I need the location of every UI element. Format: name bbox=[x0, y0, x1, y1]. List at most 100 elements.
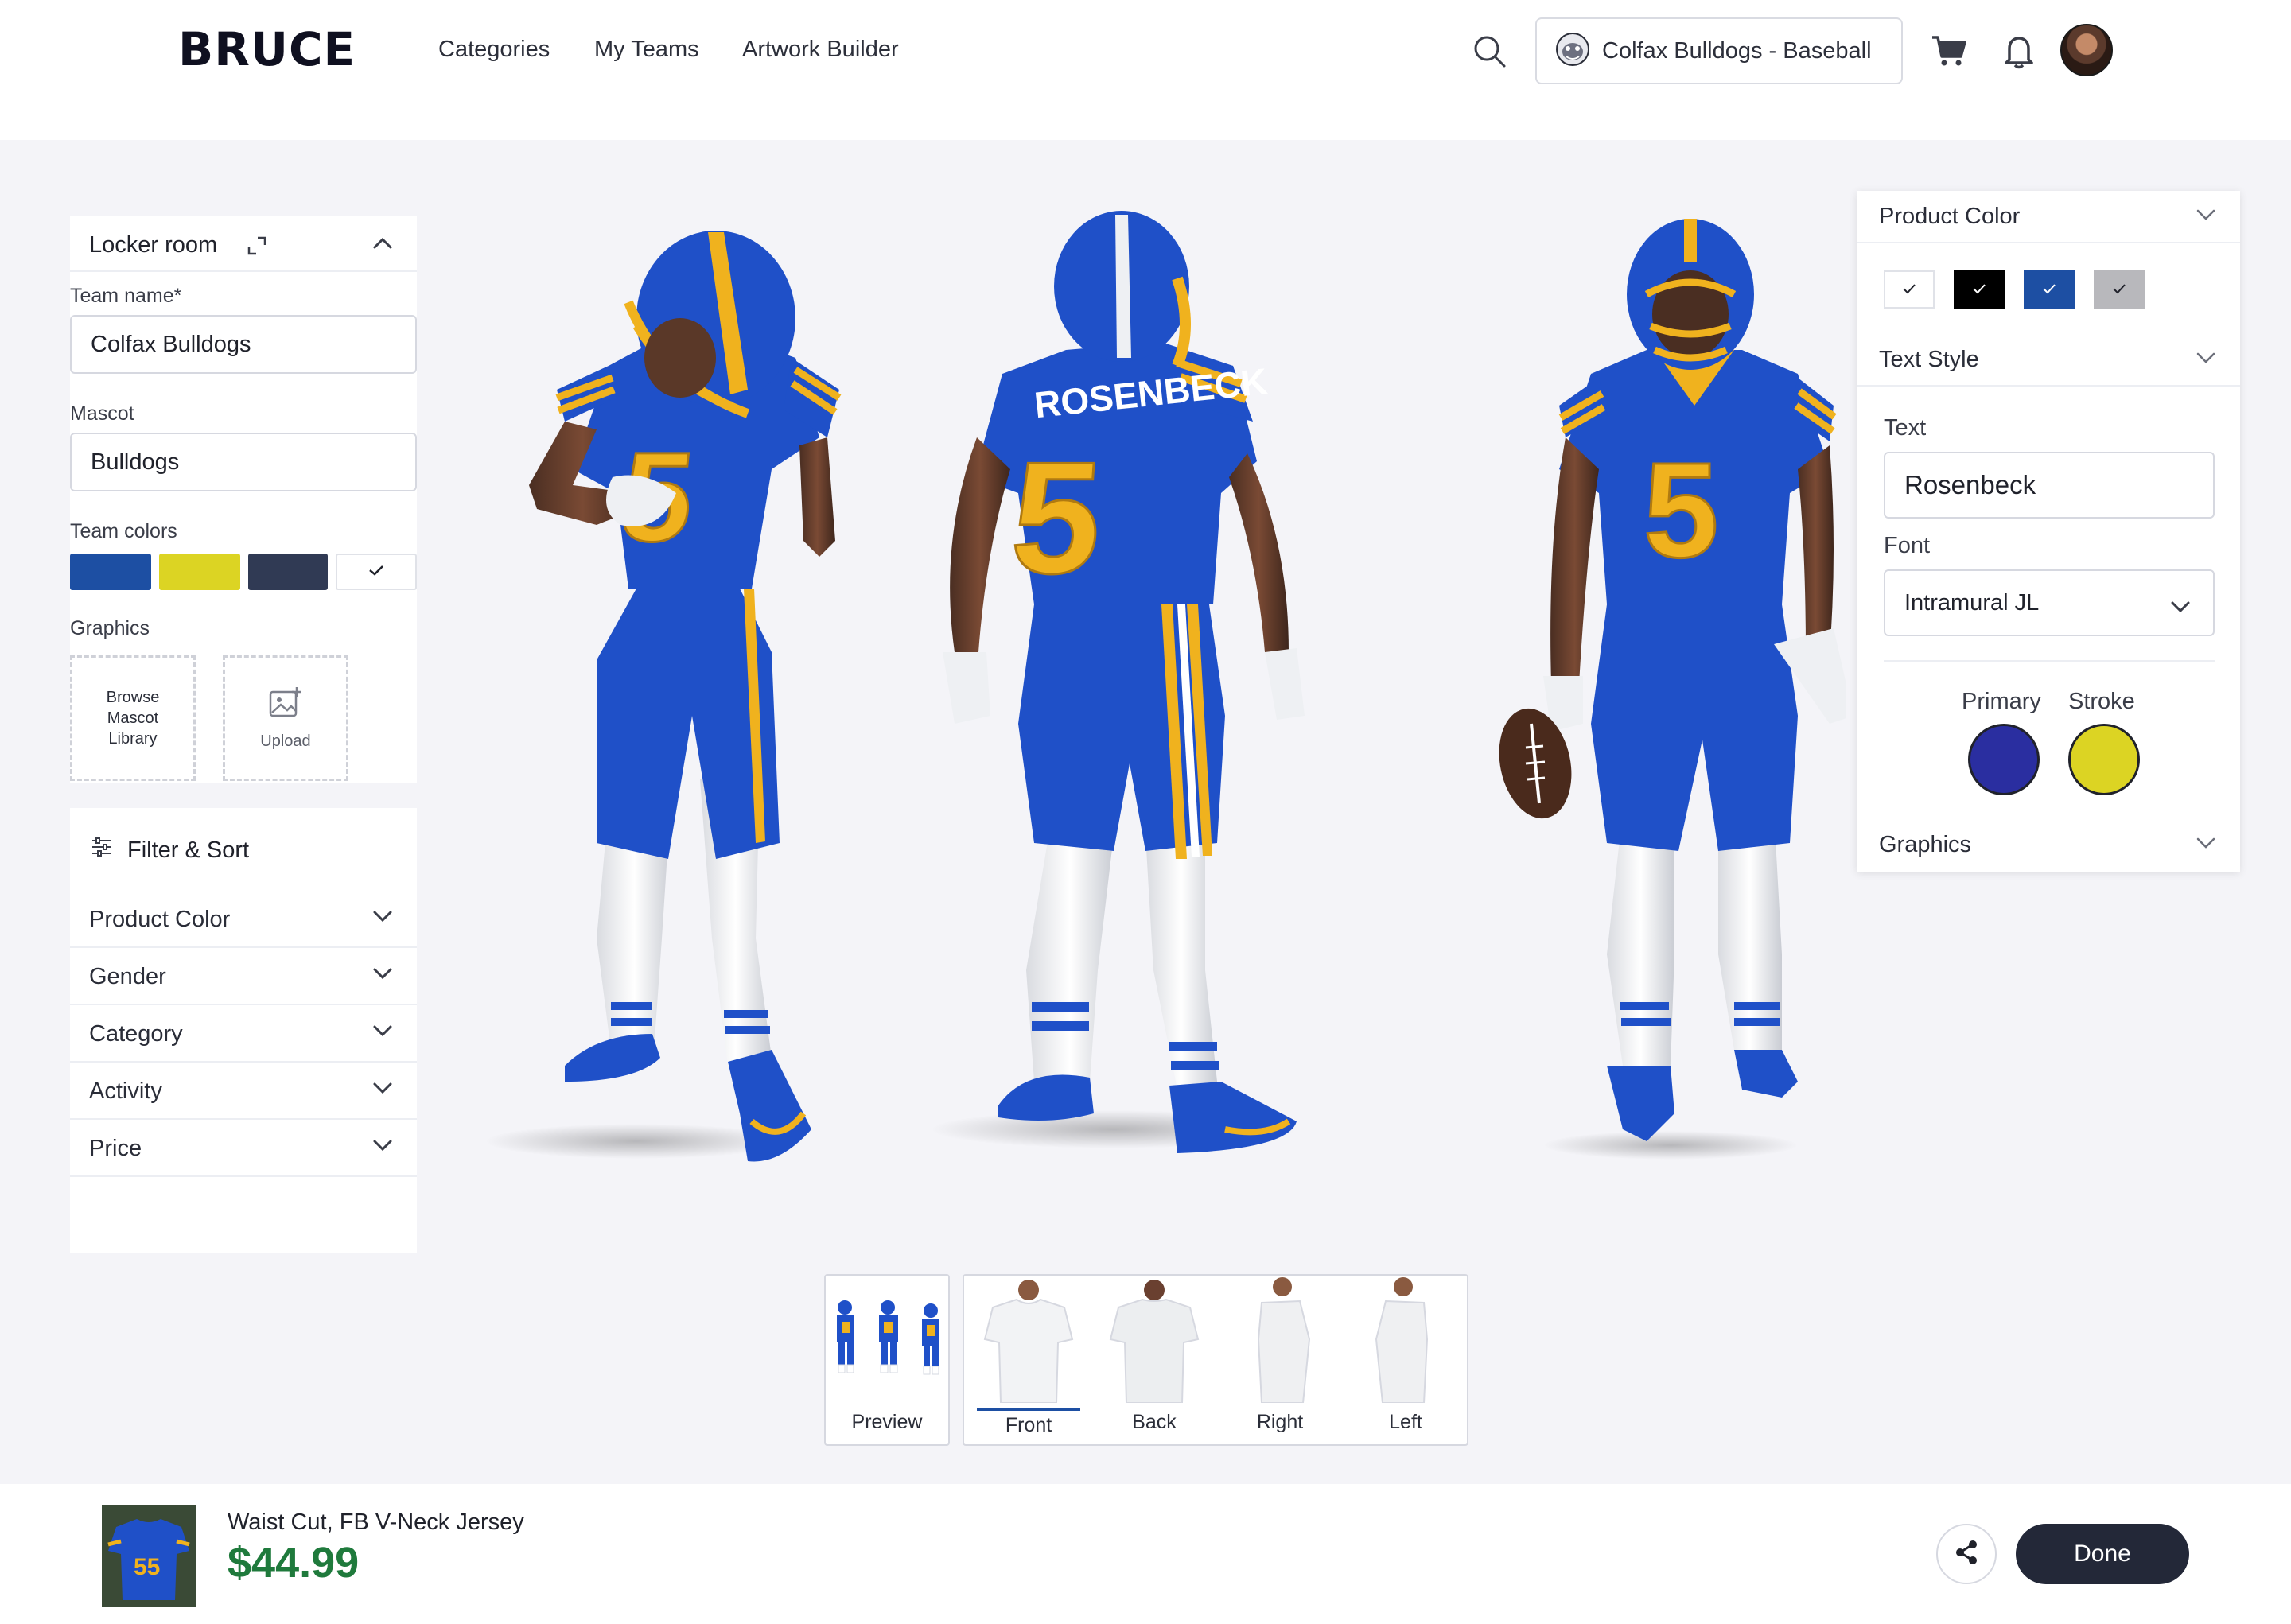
text-input-value: Rosenbeck bbox=[1904, 470, 2036, 499]
preview-label: Preview bbox=[851, 1411, 923, 1433]
preview-thumbnail-image bbox=[837, 1300, 939, 1375]
filter-activity[interactable]: Activity bbox=[70, 1063, 417, 1120]
view-label: Left bbox=[1389, 1411, 1422, 1433]
locker-room-header[interactable]: Locker room bbox=[70, 216, 417, 272]
bell-icon[interactable] bbox=[1998, 30, 2040, 72]
chevron-down-icon bbox=[372, 1080, 393, 1100]
filter-row-label: Gender bbox=[89, 964, 166, 989]
expand-icon[interactable] bbox=[247, 235, 267, 260]
nav-my-teams[interactable]: My Teams bbox=[594, 37, 699, 63]
team-colors-label: Team colors bbox=[70, 520, 177, 542]
view-selector: Front Back Right Left bbox=[963, 1274, 1468, 1446]
user-avatar[interactable] bbox=[2060, 24, 2113, 76]
mascot-input[interactable] bbox=[70, 433, 417, 491]
front-number-right: 5 bbox=[1643, 435, 1719, 586]
check-icon bbox=[368, 564, 384, 581]
team-name-label: Team name* bbox=[70, 285, 182, 307]
check-icon bbox=[2112, 281, 2126, 299]
chevron-down-icon bbox=[372, 1137, 393, 1157]
mascot-label: Mascot bbox=[70, 402, 134, 425]
view-label: Back bbox=[1132, 1411, 1177, 1433]
locker-room-title: Locker room bbox=[89, 232, 218, 258]
browse-label-line-2: Mascot bbox=[107, 709, 159, 727]
filter-gender[interactable]: Gender bbox=[70, 948, 417, 1005]
filter-category[interactable]: Category bbox=[70, 1005, 417, 1063]
product-name: Waist Cut, FB V-Neck Jersey bbox=[228, 1509, 524, 1535]
search-icon[interactable] bbox=[1470, 32, 1510, 72]
filter-sort-title: Filter & Sort bbox=[127, 837, 250, 863]
chevron-up-icon[interactable] bbox=[372, 235, 393, 255]
team-name-input[interactable] bbox=[70, 315, 417, 374]
view-left[interactable]: Left bbox=[1346, 1276, 1465, 1444]
font-label: Font bbox=[1884, 533, 1931, 558]
team-selector[interactable]: Colfax Bulldogs - Baseball bbox=[1535, 17, 1903, 84]
view-right[interactable]: Right bbox=[1220, 1276, 1340, 1444]
check-icon bbox=[1902, 281, 1916, 299]
customize-panel: Product Color Text Style Text Rosenbeck … bbox=[1857, 191, 2240, 872]
chevron-down-icon bbox=[372, 1023, 393, 1043]
product-color-white[interactable] bbox=[1884, 270, 1935, 309]
chevron-down-icon bbox=[2170, 595, 2191, 621]
chevron-down-icon bbox=[372, 908, 393, 928]
team-color-swatch-blue[interactable] bbox=[70, 554, 151, 590]
product-color-black[interactable] bbox=[1954, 270, 2005, 309]
filter-price[interactable]: Price bbox=[70, 1120, 417, 1177]
brand-logo[interactable]: BRUCE bbox=[178, 22, 356, 76]
upload-label: Upload bbox=[260, 732, 311, 750]
product-color-title: Product Color bbox=[1879, 204, 2021, 229]
sliders-icon bbox=[91, 837, 113, 864]
nav-categories[interactable]: Categories bbox=[438, 37, 550, 63]
check-icon bbox=[2042, 281, 2056, 299]
filter-sort-header[interactable]: Filter & Sort bbox=[91, 837, 249, 864]
filter-row-label: Category bbox=[89, 1021, 183, 1047]
team-color-swatch-white[interactable] bbox=[336, 554, 417, 590]
tshirt-back-image bbox=[1095, 1276, 1214, 1404]
stroke-color-label: Stroke bbox=[2068, 689, 2135, 714]
text-label: Text bbox=[1884, 415, 1927, 441]
share-icon bbox=[1952, 1538, 1981, 1571]
font-select[interactable]: Intramural JL bbox=[1884, 569, 2215, 636]
uniform-preview-stage: 5 bbox=[477, 207, 1853, 1169]
team-selector-label: Colfax Bulldogs - Baseball bbox=[1602, 37, 1872, 64]
product-color-gray[interactable] bbox=[2094, 270, 2145, 309]
view-back[interactable]: Back bbox=[1095, 1276, 1214, 1444]
chevron-down-icon bbox=[372, 965, 393, 985]
browse-mascot-library-button[interactable]: Browse Mascot Library bbox=[70, 655, 196, 781]
product-price: $44.99 bbox=[228, 1539, 360, 1587]
image-upload-icon bbox=[268, 686, 303, 725]
divider bbox=[1884, 660, 2215, 662]
chevron-down-icon bbox=[2196, 835, 2216, 855]
filter-row-label: Price bbox=[89, 1136, 142, 1161]
product-footer: 55 Waist Cut, FB V-Neck Jersey $44.99 Do… bbox=[0, 1484, 2291, 1624]
share-button[interactable] bbox=[1936, 1524, 1997, 1584]
tshirt-left-image bbox=[1346, 1276, 1465, 1404]
graphics-title: Graphics bbox=[1879, 832, 1972, 857]
tshirt-right-image bbox=[1220, 1276, 1340, 1404]
stroke-color-picker[interactable] bbox=[2068, 724, 2140, 795]
filter-product-color[interactable]: Product Color bbox=[70, 891, 417, 948]
primary-color-picker[interactable] bbox=[1968, 724, 2040, 795]
back-number: 5 bbox=[1006, 429, 1107, 607]
filter-sort-panel: Filter & Sort Product Color Gender Categ… bbox=[70, 808, 417, 1253]
text-style-header[interactable]: Text Style bbox=[1857, 334, 2240, 387]
product-color-header[interactable]: Product Color bbox=[1857, 191, 2240, 243]
text-input[interactable]: Rosenbeck bbox=[1884, 452, 2215, 519]
top-header: BRUCE Categories My Teams Artwork Builde… bbox=[0, 0, 2291, 140]
team-color-swatch-yellow[interactable] bbox=[159, 554, 240, 590]
text-style-title: Text Style bbox=[1879, 347, 1979, 372]
product-thumbnail[interactable]: 55 bbox=[102, 1505, 196, 1607]
bulldog-mascot-icon bbox=[1554, 31, 1591, 72]
view-front[interactable]: Front bbox=[969, 1276, 1088, 1444]
browse-label-line-3: Library bbox=[108, 730, 158, 748]
cart-icon[interactable] bbox=[1928, 30, 1970, 72]
chevron-down-icon bbox=[2196, 350, 2216, 370]
tshirt-front-image bbox=[969, 1276, 1088, 1404]
view-preview[interactable]: Preview bbox=[824, 1274, 950, 1446]
upload-graphic-button[interactable]: Upload bbox=[223, 655, 348, 781]
team-color-swatch-navy[interactable] bbox=[248, 554, 328, 590]
nav-artwork-builder[interactable]: Artwork Builder bbox=[742, 37, 899, 63]
done-button[interactable]: Done bbox=[2016, 1524, 2189, 1584]
browse-label-line-1: Browse bbox=[106, 689, 160, 706]
product-color-blue[interactable] bbox=[2024, 270, 2075, 309]
graphics-header[interactable]: Graphics bbox=[1857, 819, 2240, 872]
